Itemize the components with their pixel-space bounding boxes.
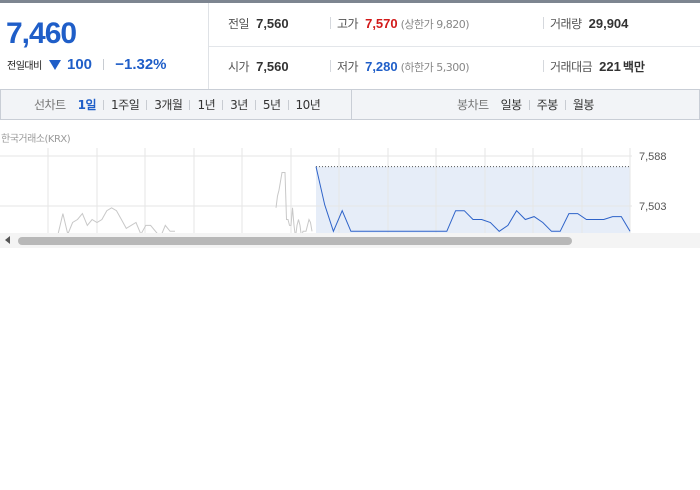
price-stats: 전일 7,560 고가 7,570 (상한가 9,820) 거래량 29,904 시가 7…: [209, 3, 700, 89]
stat-prev-close: 전일 7,560: [228, 15, 289, 32]
scroll-left-arrow-icon[interactable]: [5, 236, 10, 244]
stat-value: 7,560: [256, 59, 289, 74]
candle-chart-label: 봉차트: [457, 98, 489, 112]
stat-value: 29,904: [588, 16, 629, 31]
stat-label: 시가: [228, 60, 250, 74]
tab-1-week[interactable]: 1주일: [111, 96, 140, 113]
current-price: 7,460: [6, 17, 77, 50]
stats-row-1: 전일 7,560 고가 7,570 (상한가 9,820) 거래량 29,904: [209, 3, 700, 47]
price-change: 전일대비 100 −1.32%: [7, 54, 167, 73]
price-series-line: [275, 172, 313, 236]
change-divider: [103, 59, 105, 70]
stat-sub: (하한가 5,300): [400, 61, 470, 74]
stat-divider: [543, 60, 544, 72]
down-triangle-icon: [48, 59, 61, 70]
stat-sub: (상한가 9,820): [400, 18, 470, 31]
change-percent: −1.32%: [115, 56, 167, 73]
stats-row-2: 시가 7,560 저가 7,280 (하한가 5,300) 거래대금 221 백만: [209, 46, 700, 89]
change-label: 전일대비: [7, 61, 42, 72]
y-tick-label: 7,588: [639, 151, 667, 163]
stat-value: 7,570: [365, 16, 398, 31]
today-area: [316, 166, 630, 236]
tab-divider: [254, 99, 256, 110]
tab-10-years[interactable]: 10년: [296, 96, 321, 113]
tabs-divider: [351, 90, 352, 119]
stat-value: 7,560: [256, 16, 289, 31]
chart-scrollbar[interactable]: [0, 233, 700, 248]
tab-3-months[interactable]: 3개월: [154, 96, 183, 113]
tab-divider: [222, 99, 224, 110]
stat-label: 전일: [228, 17, 250, 31]
tab-divider: [287, 99, 289, 110]
tab-divider: [146, 99, 148, 110]
chart-tabs-bar: 선차트 1일 1주일 3개월 1년 3년 5년 10년 봉차트 일봉 주봉 월봉: [0, 89, 700, 120]
stat-volume: 거래량 29,904: [550, 15, 628, 32]
stat-divider: [330, 60, 331, 72]
change-amount: 100: [67, 56, 93, 73]
tab-weekly-candle[interactable]: 주봉: [537, 96, 559, 113]
stat-label: 고가: [337, 17, 359, 31]
stat-open: 시가 7,560: [228, 58, 289, 75]
stat-value: 221: [599, 59, 621, 74]
tab-1-day[interactable]: 1일: [78, 96, 97, 113]
stat-low: 저가 7,280 (하한가 5,300): [337, 58, 470, 75]
stat-high: 고가 7,570 (상한가 9,820): [337, 15, 470, 32]
stat-trade-value: 거래대금 221 백만: [550, 58, 645, 75]
stat-divider: [330, 17, 331, 29]
market-label: 한국거래소(KRX): [1, 134, 71, 145]
candle-chart-tabs: 봉차트 일봉 주봉 월봉: [457, 90, 594, 119]
tab-divider: [189, 99, 191, 110]
stat-unit: 백만: [622, 60, 645, 74]
tab-daily-candle[interactable]: 일봉: [501, 96, 523, 113]
tab-monthly-candle[interactable]: 월봉: [573, 96, 595, 113]
line-chart-label: 선차트: [34, 98, 66, 112]
price-series-line: [57, 207, 175, 236]
tab-5-years[interactable]: 5년: [263, 96, 281, 113]
price-summary: 7,460 전일대비 100 −1.32% 전일 7,560 고가 7,570 (상한…: [0, 3, 700, 90]
tab-divider: [564, 99, 566, 110]
y-tick-label: 7,503: [639, 201, 667, 213]
tab-3-years[interactable]: 3년: [230, 96, 248, 113]
stat-label: 거래량: [550, 17, 582, 31]
scroll-thumb[interactable]: [18, 237, 572, 245]
stat-value: 7,280: [365, 59, 398, 74]
current-price-box: 7,460 전일대비 100 −1.32%: [0, 3, 209, 89]
line-chart-tabs: 선차트 1일 1주일 3개월 1년 3년 5년 10년: [34, 90, 321, 119]
price-chart-svg: 7,588 7,503: [0, 148, 667, 236]
stat-label: 거래대금: [550, 60, 593, 74]
tab-divider: [528, 99, 530, 110]
tab-1-year[interactable]: 1년: [197, 96, 215, 113]
price-chart: 7,588 7,503: [0, 148, 700, 236]
stat-label: 저가: [337, 60, 359, 74]
tab-divider: [103, 99, 105, 110]
stat-divider: [543, 17, 544, 29]
